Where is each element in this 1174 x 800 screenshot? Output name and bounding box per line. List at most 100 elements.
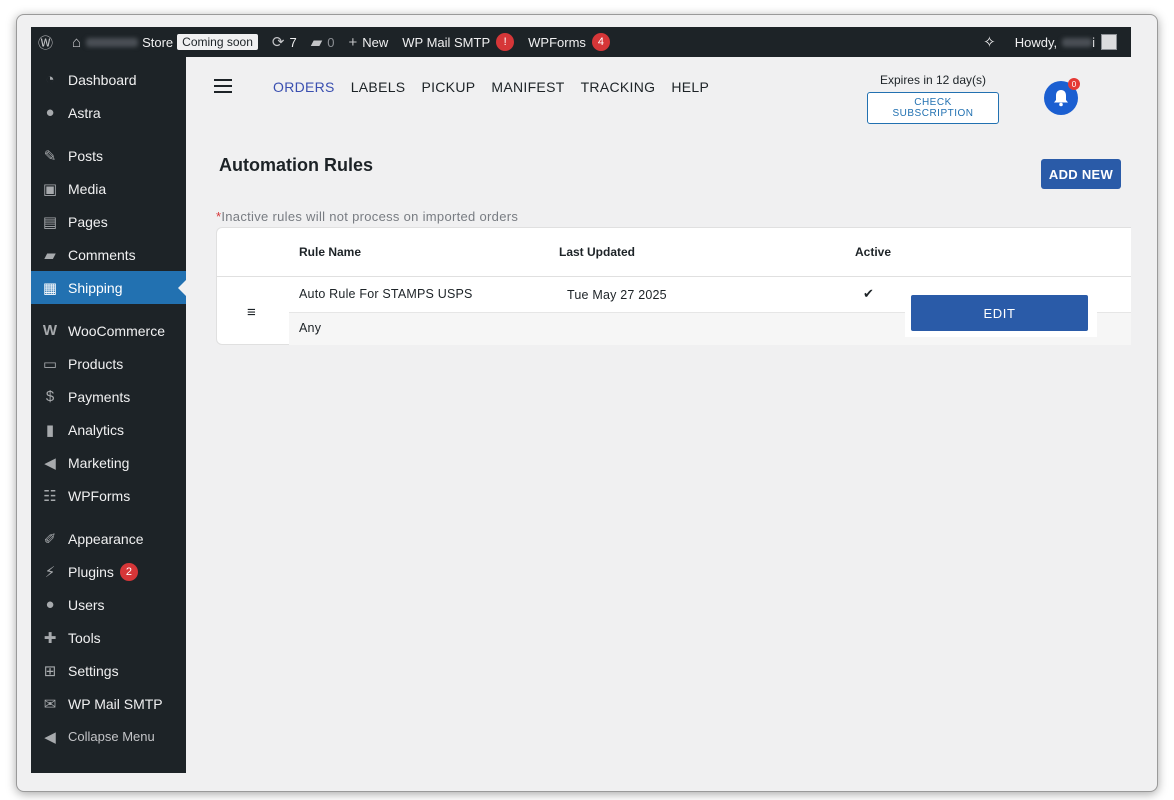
wpforms-menu[interactable]: WPForms 4 xyxy=(521,27,617,57)
notification-count-badge: 0 xyxy=(1068,78,1080,90)
updates-count: 7 xyxy=(289,34,297,50)
rule-name-cell: Auto Rule For STAMPS USPS xyxy=(299,287,473,301)
sidebar-collapse-menu[interactable]: ◀ Collapse Menu xyxy=(31,720,186,753)
sidebar-item-label: Payments xyxy=(68,388,131,405)
rule-condition-cell: Any xyxy=(299,321,322,335)
sidebar-item-media[interactable]: ▣ Media xyxy=(31,172,186,205)
sidebar-item-analytics[interactable]: ▮ Analytics xyxy=(31,413,186,446)
woocommerce-icon: W xyxy=(42,322,58,339)
pin-icon: ✎ xyxy=(43,147,57,165)
updates-icon: ⟳ xyxy=(271,34,285,51)
sidebar-item-label: Marketing xyxy=(68,454,130,471)
drag-handle-icon[interactable]: ≡ xyxy=(247,304,256,321)
media-icon: ▣ xyxy=(42,180,58,198)
last-updated-cell: Tue May 27 2025 xyxy=(567,288,667,302)
sidebar-item-products[interactable]: ▭ Products xyxy=(31,347,186,380)
sidebar-item-marketing[interactable]: ◀ Marketing xyxy=(31,446,186,479)
sidebar-item-posts[interactable]: ✎ Posts xyxy=(31,139,186,172)
sidebar-item-astra[interactable]: ● Astra xyxy=(31,96,186,129)
wrench-icon: ✚ xyxy=(43,629,57,647)
updates[interactable]: ⟳ 7 xyxy=(265,27,304,57)
sidebar-item-woocommerce[interactable]: W WooCommerce xyxy=(31,314,186,347)
sidebar-item-label: Plugins xyxy=(68,563,114,580)
comments-count: 0 xyxy=(327,34,335,50)
avatar xyxy=(1101,34,1117,50)
sidebar-item-comments[interactable]: ▰ Comments xyxy=(31,238,186,271)
admin-sidebar: ◔ Dashboard ● Astra ✎ Posts ▣ Media ▤ Pa… xyxy=(31,57,186,773)
column-header-last-updated: Last Updated xyxy=(559,245,636,259)
tab-pickup[interactable]: PICKUP xyxy=(421,79,475,95)
wp-mail-smtp-label: WP Mail SMTP xyxy=(402,34,491,50)
sidebar-item-label: Settings xyxy=(68,662,119,679)
sidebar-item-label: Comments xyxy=(68,246,136,263)
wp-mail-smtp-alert-badge: ! xyxy=(496,33,515,51)
sidebar-item-label: WooCommerce xyxy=(68,322,165,339)
collapse-icon: ◀ xyxy=(44,728,56,746)
wordpress-logo[interactable]: Ⓦ xyxy=(31,27,65,57)
main-content: ORDERS LABELS PICKUP MANIFEST TRACKING H… xyxy=(186,57,1131,773)
howdy-label: Howdy, xyxy=(1014,34,1058,50)
archive-icon: ▭ xyxy=(42,355,58,373)
tab-orders[interactable]: ORDERS xyxy=(273,79,335,95)
sidebar-item-dashboard[interactable]: ◔ Dashboard xyxy=(31,63,186,96)
comments[interactable]: ▰ 0 xyxy=(304,27,342,57)
edit-button-container: EDIT xyxy=(905,289,1097,337)
window-frame: Ⓦ ⌂ Store Coming soon ⟳ 7 ▰ 0 + New WP M… xyxy=(16,14,1158,792)
sidebar-item-label: Media xyxy=(68,180,107,197)
blurred-username xyxy=(1062,37,1093,47)
screen: Ⓦ ⌂ Store Coming soon ⟳ 7 ▰ 0 + New WP M… xyxy=(31,27,1131,773)
astra-icon: ● xyxy=(45,104,55,121)
my-account[interactable]: Howdy, i xyxy=(1008,27,1131,57)
column-header-active: Active xyxy=(855,245,892,259)
plugin-top-nav: ORDERS LABELS PICKUP MANIFEST TRACKING H… xyxy=(186,57,1131,124)
sidebar-item-tools[interactable]: ✚ Tools xyxy=(31,621,186,654)
column-header-rule-name: Rule Name xyxy=(299,245,362,259)
sidebar-item-plugins[interactable]: ⚡ Plugins 2 xyxy=(31,555,186,588)
bell-icon xyxy=(1054,90,1068,107)
sidebar-item-pages[interactable]: ▤ Pages xyxy=(31,205,186,238)
nav-tabs: ORDERS LABELS PICKUP MANIFEST TRACKING H… xyxy=(273,79,725,95)
page-title: Automation Rules xyxy=(219,155,374,175)
subscription-status: Expires in 12 day(s) CHECK SUBSCRIPTION xyxy=(867,73,999,124)
home-icon: ⌂ xyxy=(72,33,82,51)
sidebar-item-appearance[interactable]: ✐ Appearance xyxy=(31,522,186,555)
site-name[interactable]: ⌂ Store Coming soon xyxy=(65,27,265,57)
tab-help[interactable]: HELP xyxy=(671,79,709,95)
sidebar-item-label: Shipping xyxy=(68,279,123,296)
wpforms-badge: 4 xyxy=(591,33,610,51)
edit-rule-button[interactable]: EDIT xyxy=(911,295,1088,331)
sidebar-item-label: Tools xyxy=(68,629,101,646)
coming-soon-badge[interactable]: Coming soon xyxy=(177,34,258,50)
notifications-button[interactable]: 0 xyxy=(1044,78,1080,115)
expires-text: Expires in 12 day(s) xyxy=(879,73,987,87)
hamburger-icon[interactable] xyxy=(214,79,232,97)
pages-icon: ▤ xyxy=(42,213,58,231)
sidebar-item-label: WP Mail SMTP xyxy=(68,695,163,712)
add-new-button[interactable]: ADD NEW xyxy=(1041,159,1121,189)
sidebar-item-payments[interactable]: $ Payments xyxy=(31,380,186,413)
sidebar-item-label: Products xyxy=(68,355,124,372)
plus-icon: + xyxy=(348,33,358,51)
analytics-icon: ▮ xyxy=(45,421,55,439)
tab-tracking[interactable]: TRACKING xyxy=(581,79,656,95)
sidebar-item-shipping[interactable]: ▦ Shipping xyxy=(31,271,186,304)
settings-icon: ⊞ xyxy=(43,662,57,680)
sidebar-item-wp-mail-smtp[interactable]: ✉ WP Mail SMTP xyxy=(31,687,186,720)
sidebar-item-users[interactable]: ● Users xyxy=(31,588,186,621)
tab-manifest[interactable]: MANIFEST xyxy=(491,79,564,95)
plugins-update-badge: 2 xyxy=(119,562,138,581)
user-icon: ● xyxy=(45,596,55,613)
tab-labels[interactable]: LABELS xyxy=(351,79,406,95)
rules-table: Rule Name Last Updated Active ≡ Auto Rul… xyxy=(216,227,1131,345)
new-content[interactable]: + New xyxy=(341,27,395,57)
sidebar-item-label: Appearance xyxy=(68,530,144,547)
check-subscription-button[interactable]: CHECK SUBSCRIPTION xyxy=(867,92,999,124)
sidebar-item-settings[interactable]: ⊞ Settings xyxy=(31,654,186,687)
sidebar-item-label: WPForms xyxy=(68,487,131,504)
wordpress-icon: Ⓦ xyxy=(38,34,54,52)
dashboard-icon: ◔ xyxy=(45,71,55,88)
sidebar-item-wpforms[interactable]: ☷ WPForms xyxy=(31,479,186,512)
wp-mail-smtp-menu[interactable]: WP Mail SMTP ! xyxy=(395,27,521,57)
inactive-rules-note: *Inactive rules will not process on impo… xyxy=(216,209,518,224)
ai-sparkle[interactable]: ✧ xyxy=(976,27,1008,57)
